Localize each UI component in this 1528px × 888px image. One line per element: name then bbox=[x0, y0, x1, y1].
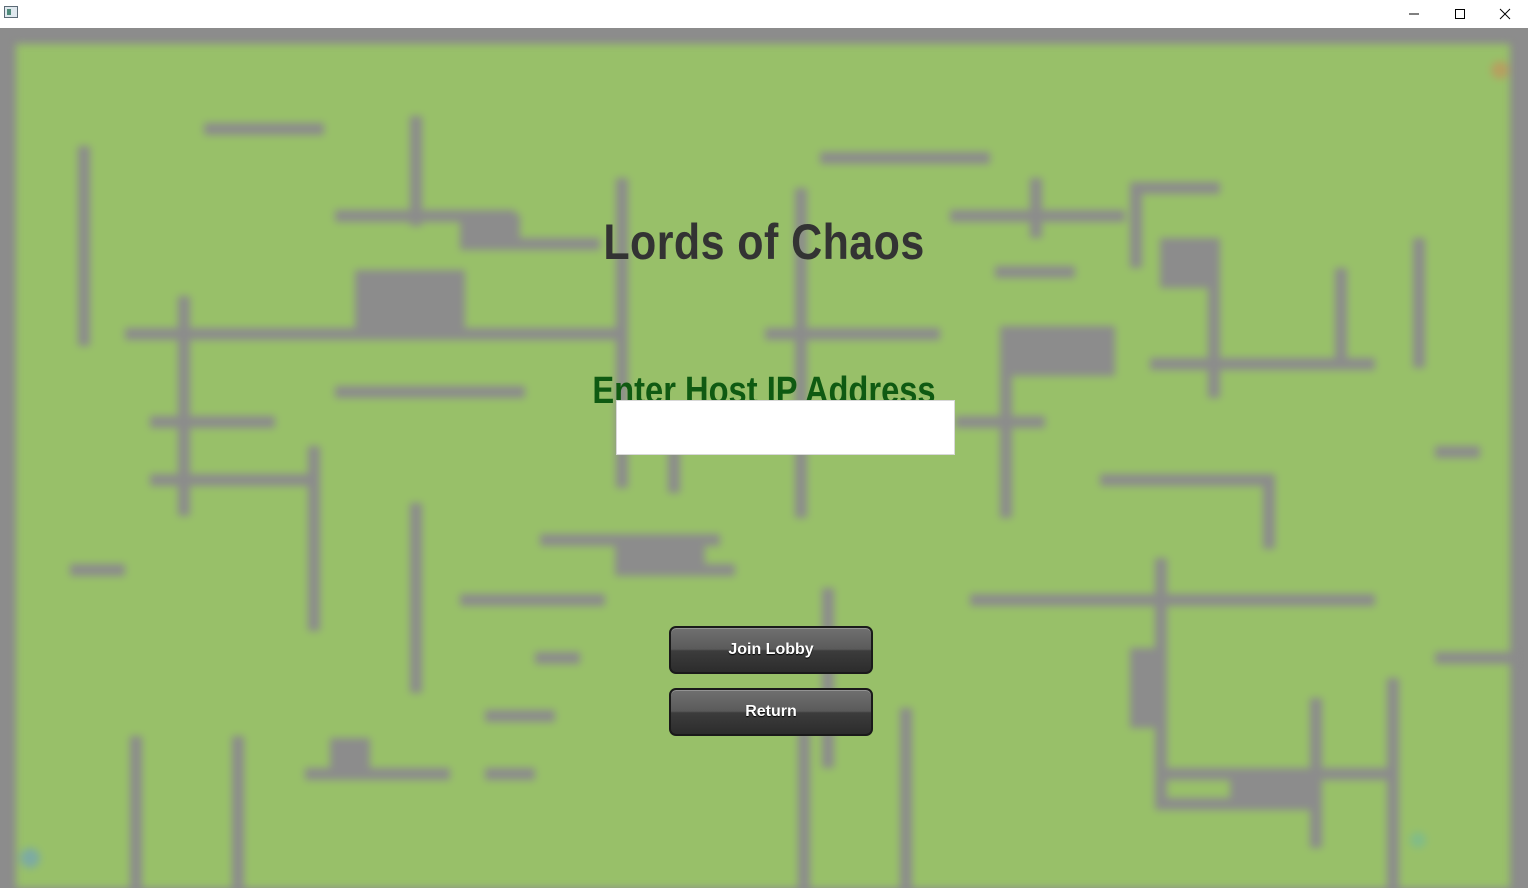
maze-wall bbox=[1387, 678, 1399, 888]
maze-wall bbox=[1100, 474, 1270, 486]
close-icon bbox=[1499, 8, 1511, 20]
maze-wall bbox=[1310, 698, 1322, 848]
maze-wall bbox=[150, 474, 310, 486]
maze-wall bbox=[798, 728, 810, 888]
window-title-bar bbox=[0, 0, 1528, 28]
maze-wall bbox=[308, 446, 320, 631]
maze-wall bbox=[485, 768, 535, 780]
maze-wall bbox=[535, 652, 580, 664]
maze-wall bbox=[822, 588, 834, 768]
minimize-button[interactable] bbox=[1391, 0, 1437, 28]
maze-wall bbox=[330, 738, 370, 773]
maze-wall bbox=[1130, 182, 1220, 194]
maze-wall bbox=[460, 594, 605, 606]
maze-wall bbox=[1435, 652, 1515, 664]
player-marker bbox=[20, 848, 40, 868]
maze-wall bbox=[130, 736, 142, 888]
maze-wall bbox=[355, 270, 465, 330]
maze-wall bbox=[204, 123, 324, 135]
maze-wall bbox=[70, 564, 125, 576]
maze-wall bbox=[1230, 768, 1320, 808]
maze-wall bbox=[1155, 558, 1167, 808]
maze-wall bbox=[900, 708, 912, 888]
close-button[interactable] bbox=[1482, 0, 1528, 28]
game-screen: Lords of Chaos Enter Host IP Address bbox=[0, 28, 1528, 888]
maze-wall bbox=[765, 328, 940, 340]
maze-wall bbox=[232, 736, 244, 888]
return-label: Return bbox=[745, 703, 797, 720]
maze-wall bbox=[410, 116, 422, 226]
maximize-button[interactable] bbox=[1437, 0, 1483, 28]
maze-wall bbox=[150, 416, 275, 428]
app-window-icon bbox=[4, 6, 18, 18]
maze-wall bbox=[485, 710, 555, 722]
maze-wall bbox=[970, 594, 1375, 606]
maze-wall bbox=[615, 536, 705, 576]
maze-wall bbox=[1335, 268, 1347, 368]
maze-wall bbox=[820, 152, 990, 164]
game-title: Lords of Chaos bbox=[603, 214, 925, 270]
maximize-icon bbox=[1455, 9, 1465, 19]
maze-background bbox=[16, 44, 1515, 888]
maze-wall bbox=[305, 768, 450, 780]
host-ip-input[interactable] bbox=[616, 400, 955, 455]
minimize-icon bbox=[1409, 13, 1419, 15]
maze-wall bbox=[78, 146, 90, 346]
return-button[interactable]: Return bbox=[669, 688, 873, 736]
join-lobby-label: Join Lobby bbox=[728, 641, 814, 658]
maze-wall bbox=[1435, 446, 1480, 458]
maze-wall bbox=[1263, 474, 1275, 549]
player-marker bbox=[1491, 61, 1509, 79]
player-marker bbox=[1410, 832, 1426, 848]
join-lobby-button[interactable]: Join Lobby bbox=[669, 626, 873, 674]
maze-wall bbox=[410, 503, 422, 693]
